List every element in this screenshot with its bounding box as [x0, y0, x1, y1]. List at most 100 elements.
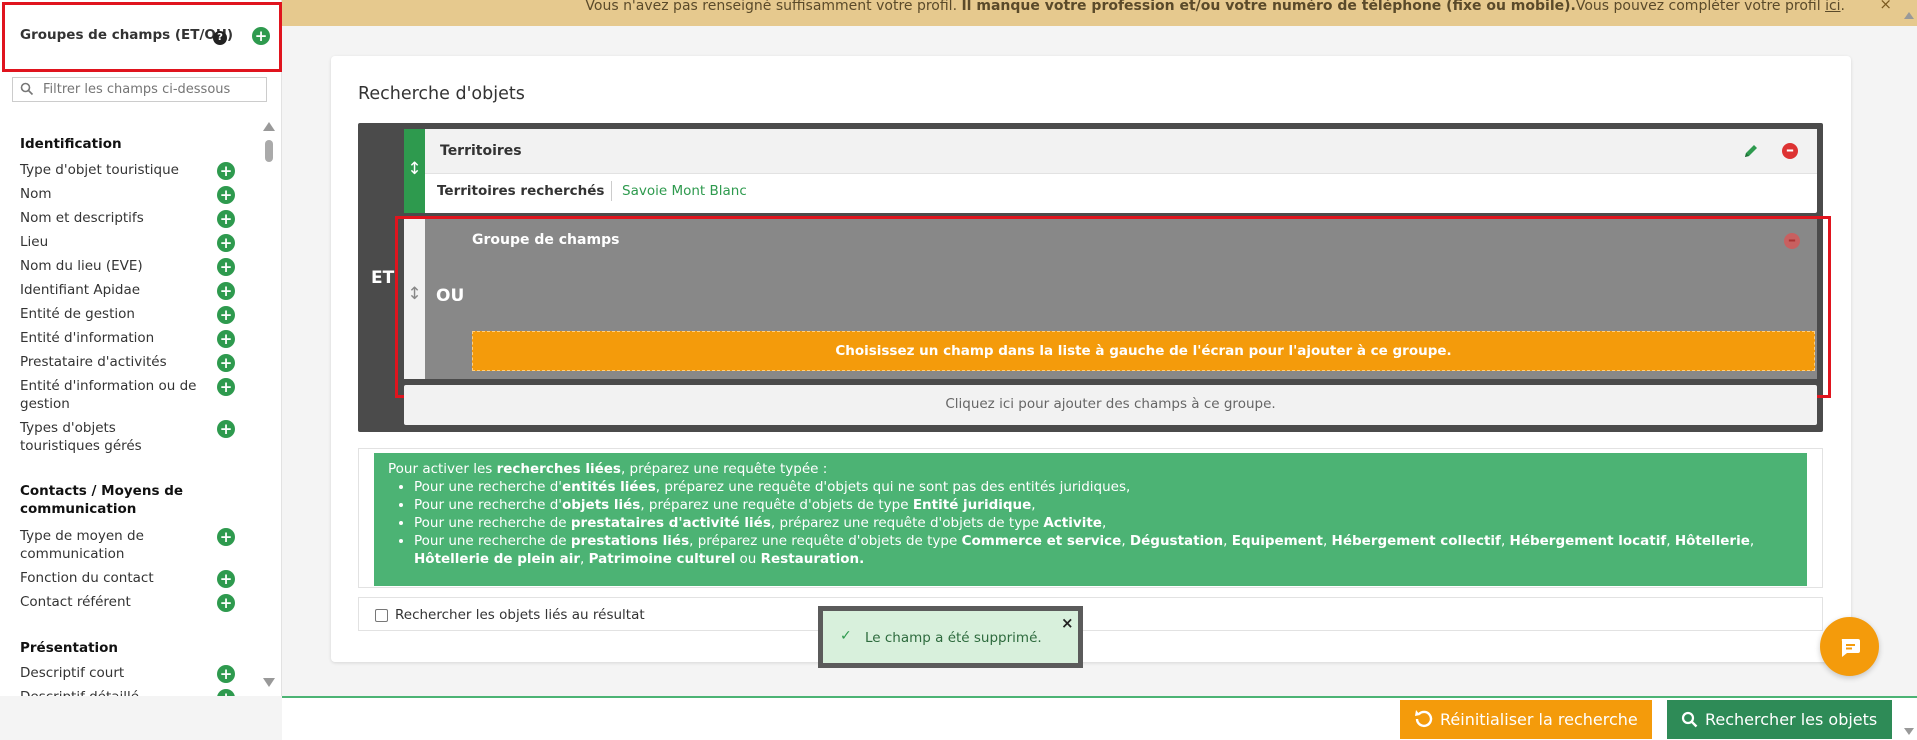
add-field-button[interactable]: + [217, 528, 235, 546]
field-item-label: Entité d'information ou de gestion [20, 378, 197, 412]
field-item-label: Descriptif détaillé [20, 688, 200, 696]
add-group-button[interactable]: + [252, 27, 270, 45]
add-field-button[interactable]: + [217, 234, 235, 252]
page-scroll-down-icon[interactable] [1904, 728, 1914, 735]
add-field-button[interactable]: + [217, 665, 235, 683]
add-field-button[interactable]: + [217, 420, 235, 438]
chat-bubble-icon [1841, 639, 1860, 657]
banner-text-end: Vous pouvez compléter votre profil [1575, 0, 1826, 14]
territoires-card: ↕ Territoires – Territoires recherchés S… [404, 129, 1817, 213]
info-bold: Restauration. [760, 551, 865, 567]
add-field-button[interactable]: + [217, 210, 235, 228]
add-field-button[interactable]: + [217, 594, 235, 612]
banner-profile-link[interactable]: ici [1825, 0, 1840, 14]
info-text: Pour une recherche de [414, 533, 571, 549]
field-item[interactable]: Contact référent + [20, 593, 262, 612]
field-item[interactable]: Lieu + [20, 233, 262, 252]
search-objects-button[interactable]: Rechercher les objets [1667, 700, 1892, 739]
info-text: , préparez une requête typée : [620, 461, 828, 477]
info-text: , préparez une requête d'objets de type [770, 515, 1044, 531]
add-field-button[interactable]: + [217, 689, 235, 696]
filter-input[interactable] [43, 80, 258, 99]
page-scroll-up-icon[interactable] [1904, 12, 1914, 19]
territoires-title: Territoires [440, 143, 522, 159]
add-fields-to-group-button[interactable]: Cliquez ici pour ajouter des champs à ce… [404, 385, 1817, 425]
linked-objects-checkbox[interactable] [375, 609, 388, 622]
field-item[interactable]: Identifiant Apidae + [20, 281, 262, 300]
field-item[interactable]: Type de moyen de communication + [20, 527, 262, 563]
add-field-button[interactable]: + [217, 330, 235, 348]
add-field-button[interactable]: + [217, 258, 235, 276]
check-icon: ✓ [840, 628, 852, 644]
field-item[interactable]: Prestataire d'activités + [20, 353, 262, 372]
groups-title: Groupes de champs (ET/OU) [20, 27, 234, 43]
add-field-button[interactable]: + [217, 306, 235, 324]
drag-handle-icon[interactable]: ↕ [404, 129, 425, 213]
section-contacts: Contacts / Moyens de communication [20, 483, 184, 517]
field-item-label: Type d'objet touristique [20, 162, 179, 178]
info-bold: Hébergement locatif [1509, 533, 1667, 549]
field-item-label: Nom [20, 186, 52, 202]
info-bold: Commerce et service [961, 533, 1122, 549]
info-bold: Hôtellerie de plein air [414, 551, 581, 567]
add-field-button[interactable]: + [217, 186, 235, 204]
info-bold: prestations liés [570, 533, 690, 549]
banner-close-icon[interactable]: × [1879, 0, 1892, 12]
field-item[interactable]: Nom + [20, 185, 262, 204]
scroll-down-icon[interactable] [263, 678, 275, 687]
linked-objects-row: Rechercher les objets liés au résultat [358, 597, 1823, 631]
linked-search-info: Pour activer les recherches liées, prépa… [374, 453, 1807, 586]
pencil-icon[interactable] [1743, 143, 1759, 159]
page-title: Recherche d'objets [358, 84, 525, 104]
territoires-row-value: Savoie Mont Blanc [622, 183, 747, 199]
info-bold: prestataires d'activité liés [570, 515, 771, 531]
info-item: Pour une recherche de prestations liés, … [414, 532, 1795, 568]
banner-text-bold: Il manque votre profession et/ou votre n… [961, 0, 1576, 14]
field-item[interactable]: Nom et descriptifs + [20, 209, 262, 228]
field-item[interactable]: Nom du lieu (EVE) + [20, 257, 262, 276]
scroll-up-icon[interactable] [263, 122, 275, 131]
field-item[interactable]: Fonction du contact + [20, 569, 262, 588]
field-item[interactable]: Entité d'information ou de gestion + [20, 377, 262, 413]
section-identification: Identification [20, 136, 122, 152]
info-text: , [1031, 497, 1036, 513]
chat-button[interactable] [1820, 617, 1879, 676]
info-text: Pour une recherche de [414, 515, 571, 531]
add-field-button[interactable]: + [217, 378, 235, 396]
search-icon [1681, 711, 1698, 728]
field-item[interactable]: Descriptif court + [20, 664, 262, 683]
field-item-label: Nom et descriptifs [20, 210, 144, 226]
field-item[interactable]: Entité de gestion + [20, 305, 262, 324]
info-bold: Hôtellerie [1674, 533, 1750, 549]
field-item[interactable]: Types d'objets touristiques gérés + [20, 419, 262, 455]
et-operator-label: ET [371, 268, 395, 288]
field-item-label: Fonction du contact [20, 570, 154, 586]
help-icon[interactable]: ? [213, 31, 227, 45]
add-field-button[interactable]: + [217, 354, 235, 372]
filter-box [12, 77, 267, 102]
field-item[interactable]: Type d'objet touristique + [20, 161, 262, 180]
info-bold: Activite [1043, 515, 1102, 531]
info-text: , préparez une requête d'objets de type [689, 533, 962, 549]
territoires-row-label: Territoires recherchés [437, 183, 605, 199]
add-field-button[interactable]: + [217, 570, 235, 588]
field-item-label: Contact référent [20, 594, 131, 610]
info-intro: Pour activer les recherches liées, prépa… [388, 460, 1795, 478]
info-bold: recherches liées [496, 461, 621, 477]
sidebar-scrollbar[interactable] [262, 118, 276, 696]
banner-period: . [1840, 0, 1845, 14]
info-item: Pour une recherche d'objets liés, prépar… [414, 496, 1795, 514]
field-item-label: Types d'objets touristiques gérés [20, 420, 142, 454]
info-text: Pour une recherche d' [414, 479, 562, 495]
add-field-button[interactable]: + [217, 282, 235, 300]
field-item[interactable]: Descriptif détaillé + [20, 688, 262, 696]
field-item[interactable]: Entité d'information + [20, 329, 262, 348]
divider [611, 181, 612, 201]
remove-territoires-button[interactable]: – [1782, 142, 1798, 159]
toast-close-icon[interactable]: × [1061, 614, 1074, 632]
reset-search-button[interactable]: Réinitialiser la recherche [1400, 700, 1652, 739]
info-text: , [1121, 533, 1130, 549]
scroll-thumb[interactable] [265, 140, 273, 162]
add-field-button[interactable]: + [217, 162, 235, 180]
linked-objects-label[interactable]: Rechercher les objets liés au résultat [395, 607, 645, 623]
